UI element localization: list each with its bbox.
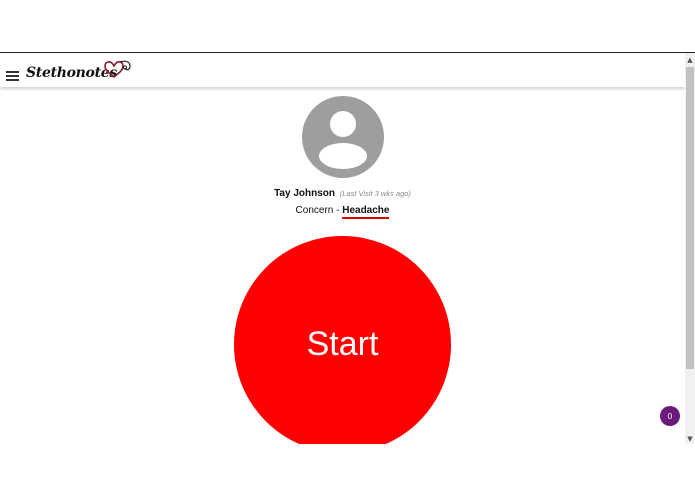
scrollbar-thumb[interactable] bbox=[686, 67, 694, 369]
app-logo[interactable]: Stethonotes bbox=[26, 58, 134, 84]
concern-info: Concern - Headache bbox=[0, 205, 685, 219]
patient-info: Tay Johnson (Last Visit 3 wks ago) bbox=[0, 188, 685, 199]
hamburger-menu-icon[interactable] bbox=[6, 71, 19, 81]
user-avatar-icon bbox=[302, 96, 384, 178]
browser-bottom-area bbox=[0, 444, 695, 494]
concern-value: Headache bbox=[342, 205, 390, 219]
app-viewport: Stethonotes Tay Johnson (Last Visit 3 wk… bbox=[0, 53, 685, 444]
chevron-up-icon[interactable]: ▲ bbox=[685, 55, 695, 65]
patient-name: Tay Johnson bbox=[274, 188, 335, 199]
start-button[interactable]: Start bbox=[234, 236, 451, 444]
chevron-down-icon[interactable]: ▼ bbox=[685, 434, 695, 444]
start-button-label: Start bbox=[306, 325, 379, 363]
notification-badge[interactable]: 0 bbox=[660, 406, 680, 426]
stethoscope-heart-icon bbox=[104, 60, 131, 79]
last-visit-text: (Last Visit 3 wks ago) bbox=[339, 189, 411, 198]
browser-top-area bbox=[0, 0, 695, 52]
app-header: Stethonotes bbox=[0, 53, 685, 87]
vertical-scrollbar[interactable]: ▲ ▼ bbox=[685, 53, 695, 444]
concern-label: Concern - bbox=[295, 205, 343, 216]
